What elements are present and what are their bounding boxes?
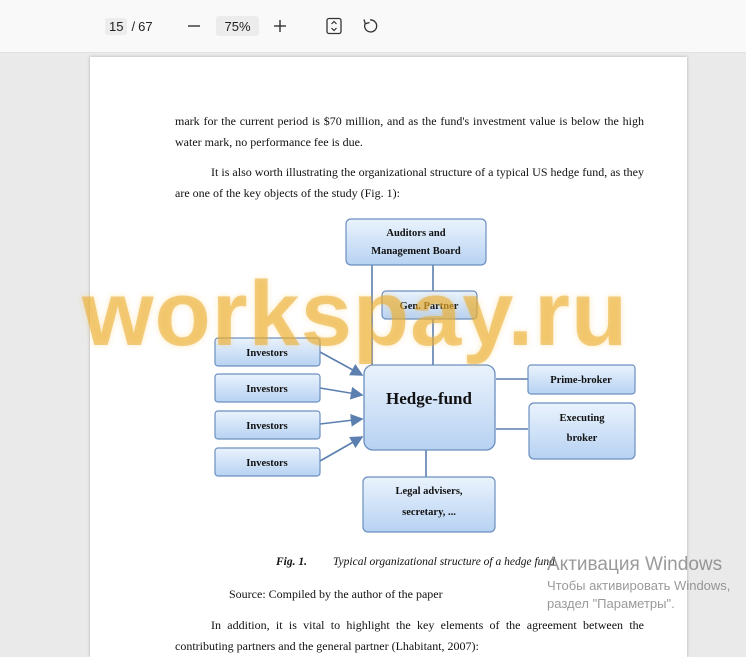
minus-icon <box>188 25 200 27</box>
executing-broker-label-line2: broker <box>567 433 598 444</box>
legal-advisers-label-line2: secretary, ... <box>402 507 456 518</box>
zoom-out-button[interactable] <box>184 15 204 37</box>
rotate-icon <box>363 19 378 33</box>
rotate-button[interactable] <box>359 15 381 37</box>
zoom-in-button[interactable] <box>270 15 290 37</box>
gen-partner-label: Gen. Partner <box>400 301 459 312</box>
figure-caption-text: Typical organizational structure of a he… <box>333 556 555 568</box>
figure-source: Source: Compiled by the author of the pa… <box>229 587 443 601</box>
total-pages: 67 <box>138 18 153 34</box>
zoom-level[interactable]: 75% <box>216 16 259 36</box>
executing-broker-box <box>528 402 636 460</box>
fit-page-button[interactable] <box>323 15 345 37</box>
hedge-fund-label: Hedge-fund <box>386 389 473 408</box>
fit-page-icon <box>326 17 342 35</box>
figure-caption: Fig. 1. Typical organizational structure … <box>276 556 555 568</box>
investors-label: Investors <box>246 348 287 359</box>
auditors-box <box>345 218 487 266</box>
page-indicator: 15 / 67 <box>105 16 153 36</box>
investors-label: Investors <box>246 384 287 395</box>
prime-broker-label: Prime-broker <box>550 375 612 386</box>
auditors-label-line1: Auditors and <box>386 228 445 239</box>
legal-advisers-label-line1: Legal advisers, <box>395 486 462 497</box>
pdf-toolbar: 15 / 67 75% <box>0 0 746 53</box>
document-page: mark for the current period is $70 milli… <box>90 57 687 657</box>
plus-icon <box>274 20 286 32</box>
investors-label: Investors <box>246 421 287 432</box>
current-page-input[interactable]: 15 <box>105 17 128 35</box>
paragraph: In addition, it is vital to highlight th… <box>175 618 644 653</box>
figure-number: Fig. 1. <box>276 556 307 568</box>
executing-broker-label-line1: Executing <box>560 413 606 424</box>
investors-label: Investors <box>246 458 287 469</box>
auditors-label-line2: Management Board <box>371 246 461 257</box>
page-separator: / <box>131 18 136 34</box>
